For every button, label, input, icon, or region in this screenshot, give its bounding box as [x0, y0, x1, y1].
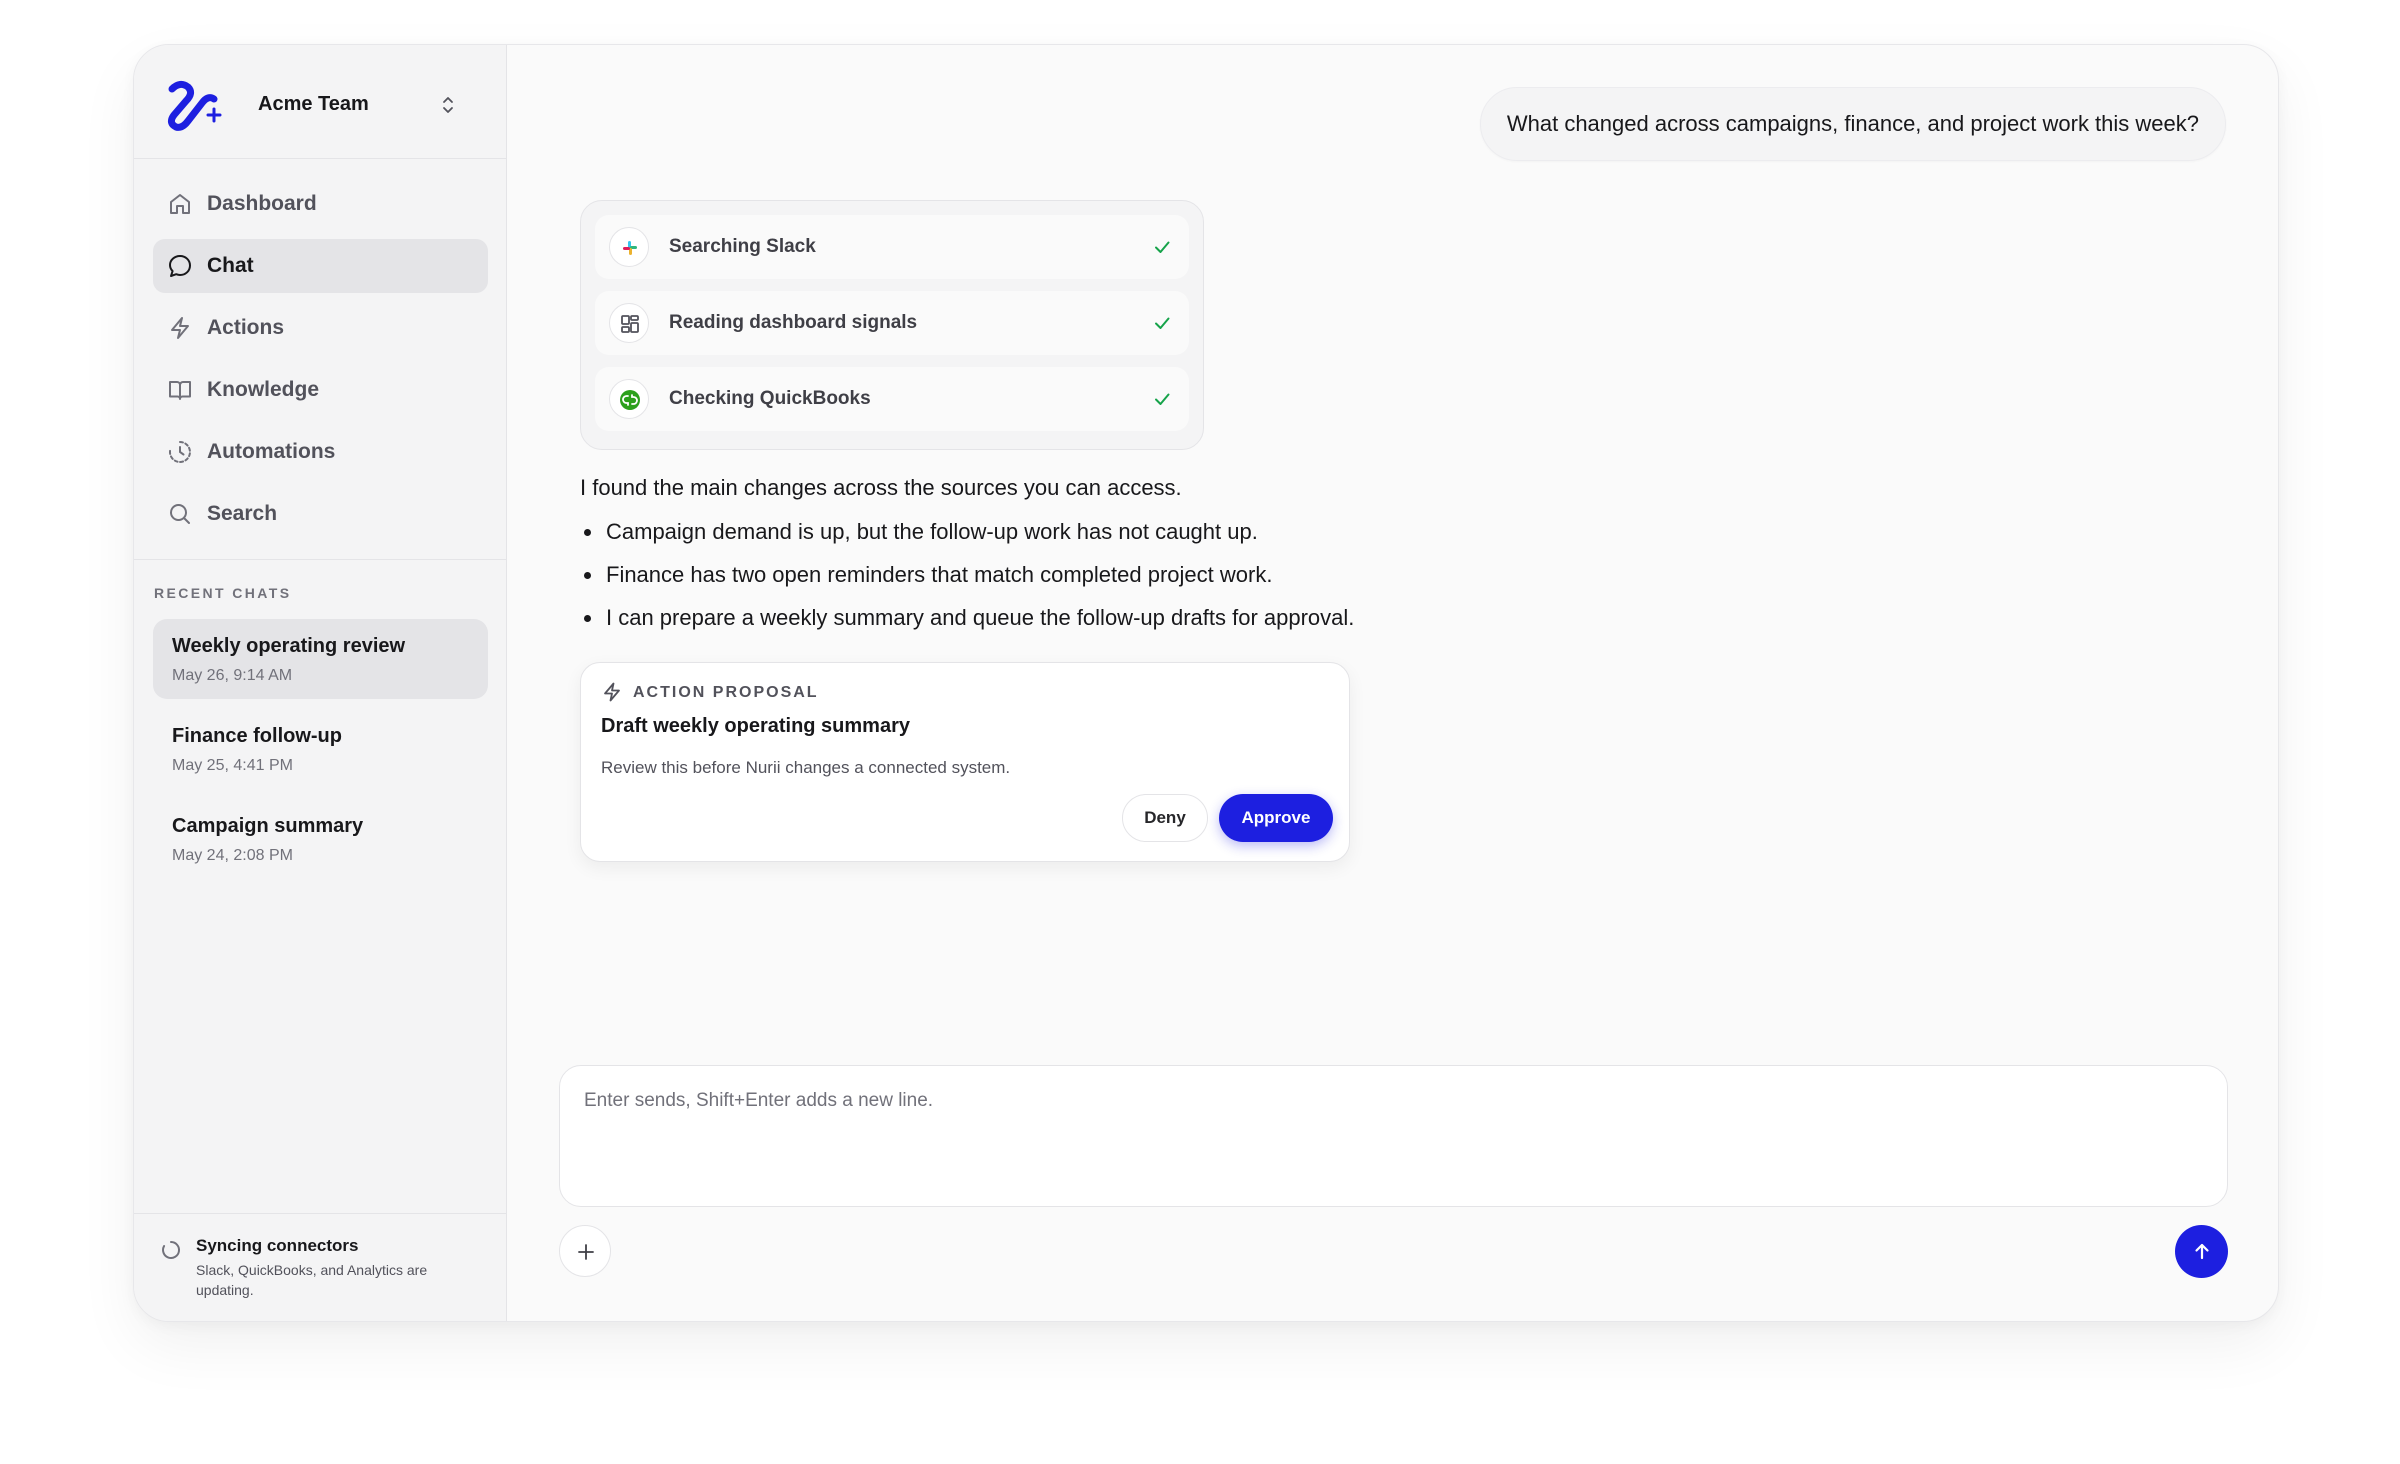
bullet-text: I can prepare a weekly summary and queue… — [606, 605, 1355, 630]
brand-logo-icon — [167, 80, 222, 131]
approve-button[interactable]: Approve — [1219, 794, 1333, 842]
nav-label: Chat — [207, 254, 254, 277]
check-icon — [1155, 317, 1170, 329]
tool-step-label: Reading dashboard signals — [669, 312, 918, 333]
recent-chat-item[interactable]: Weekly operating review May 26, 9:14 AM — [153, 619, 488, 699]
proposal-description: Review this before Nurii changes a conne… — [601, 758, 1011, 777]
slack-icon — [623, 241, 637, 255]
deny-button[interactable]: Deny — [1122, 794, 1208, 842]
loading-spinner-icon — [162, 1240, 180, 1259]
nav-label: Search — [207, 502, 278, 525]
tool-step-label: Checking QuickBooks — [669, 388, 871, 409]
recent-chats-list: Weekly operating review May 26, 9:14 AM … — [153, 619, 488, 889]
recent-chat-date: May 26, 9:14 AM — [172, 667, 293, 684]
sidebar: Acme Team Dashboard Chat Actions Knowled… — [134, 45, 507, 1321]
home-icon — [170, 194, 190, 214]
lightning-icon — [171, 317, 189, 339]
sync-detail: Slack, QuickBooks, and Analytics are upd… — [196, 1262, 428, 1298]
proposal-title: Draft weekly operating summary — [601, 715, 910, 737]
recent-chat-date: May 24, 2:08 PM — [172, 847, 293, 864]
bullet-item: Campaign demand is up, but the follow-up… — [580, 517, 1380, 547]
bullet-dot — [584, 615, 591, 622]
recent-chat-date: May 25, 4:41 PM — [172, 757, 293, 774]
search-icon — [170, 504, 190, 524]
nav-item-chat[interactable]: Chat — [153, 239, 488, 293]
send-button[interactable] — [2175, 1225, 2228, 1278]
quickbooks-icon — [620, 390, 640, 410]
sync-title: Syncing connectors — [196, 1236, 359, 1255]
chat-main: What changed across campaigns, finance, … — [508, 45, 2278, 1321]
recent-chat-item[interactable]: Campaign summary May 24, 2:08 PM — [153, 799, 488, 879]
team-switcher[interactable]: Acme Team — [134, 45, 507, 159]
tool-step: Reading dashboard signals — [595, 291, 1189, 355]
tool-icon-wrap — [609, 227, 649, 267]
recent-chats-heading: RECENT CHATS — [154, 585, 292, 601]
sync-status: Syncing connectors Slack, QuickBooks, an… — [134, 1213, 507, 1321]
lightning-icon — [604, 682, 620, 702]
bullet-dot — [584, 529, 591, 536]
nav-item-actions[interactable]: Actions — [153, 301, 488, 355]
nav-label: Automations — [207, 440, 336, 463]
team-name: Acme Team — [258, 93, 369, 115]
assistant-bullets: Campaign demand is up, but the follow-up… — [580, 517, 1380, 633]
message-composer — [559, 1065, 2228, 1207]
tool-step: Checking QuickBooks — [595, 367, 1189, 431]
app-window: Acme Team Dashboard Chat Actions Knowled… — [133, 44, 2279, 1322]
arrow-up-icon — [2195, 1243, 2209, 1260]
tool-activity-panel: Searching Slack Reading dashboard signal… — [580, 200, 1204, 450]
bullet-dot — [584, 572, 591, 579]
recent-chat-title: Finance follow-up — [172, 725, 342, 747]
bullet-item: Finance has two open reminders that matc… — [580, 560, 1380, 590]
tool-step-label: Searching Slack — [669, 236, 816, 257]
nav-label: Actions — [207, 316, 285, 339]
dashboard-grid-icon — [621, 315, 639, 333]
chevron-up-down-icon[interactable] — [438, 93, 458, 117]
assistant-intro: I found the main changes across the sour… — [580, 475, 1182, 500]
nav-item-search[interactable]: Search — [153, 487, 488, 541]
plus-icon — [578, 1244, 594, 1260]
nav-item-dashboard[interactable]: Dashboard — [153, 177, 488, 231]
tool-icon-wrap — [609, 303, 649, 343]
message-input[interactable] — [560, 1066, 2227, 1206]
bullet-text: Campaign demand is up, but the follow-up… — [606, 519, 1258, 544]
sidebar-divider — [134, 559, 507, 560]
assistant-message: I found the main changes across the sour… — [580, 473, 1380, 646]
nav-item-automations[interactable]: Automations — [153, 425, 488, 479]
nav-label: Knowledge — [207, 378, 320, 401]
action-proposal-card: ACTION PROPOSAL Draft weekly operating s… — [580, 662, 1350, 862]
book-icon — [169, 381, 191, 400]
user-message: What changed across campaigns, finance, … — [1479, 87, 2226, 161]
nav-label: Dashboard — [207, 192, 317, 215]
check-icon — [1155, 393, 1170, 405]
chat-bubble-icon — [169, 255, 191, 277]
nav-item-knowledge[interactable]: Knowledge — [153, 363, 488, 417]
attach-button[interactable] — [559, 1225, 611, 1277]
bullet-item: I can prepare a weekly summary and queue… — [580, 603, 1380, 633]
tool-icon-wrap — [609, 379, 649, 419]
recent-chat-item[interactable]: Finance follow-up May 25, 4:41 PM — [153, 709, 488, 789]
proposal-tag: ACTION PROPOSAL — [633, 684, 819, 701]
recent-chat-title: Weekly operating review — [172, 635, 406, 657]
tool-step: Searching Slack — [595, 215, 1189, 279]
main-nav: Dashboard Chat Actions Knowledge Automat… — [153, 177, 488, 549]
bullet-text: Finance has two open reminders that matc… — [606, 562, 1273, 587]
recent-chat-title: Campaign summary — [172, 815, 364, 837]
check-icon — [1155, 241, 1170, 253]
clock-refresh-icon — [169, 441, 191, 463]
